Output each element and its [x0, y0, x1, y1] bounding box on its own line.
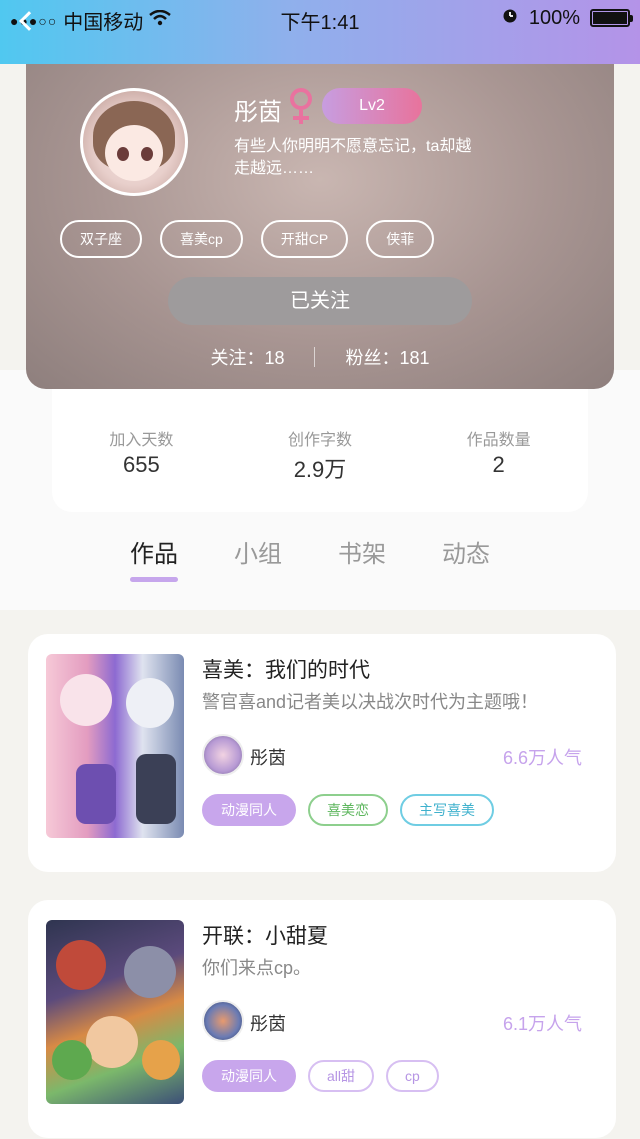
tab-label: 动态 — [442, 541, 490, 568]
author-name[interactable]: 彤茵 — [250, 1010, 286, 1036]
tab-activity[interactable]: 动态 — [442, 534, 490, 582]
avatar[interactable] — [80, 88, 188, 196]
work-cover-image[interactable] — [46, 920, 184, 1104]
work-tag[interactable]: all甜 — [308, 1060, 375, 1092]
follow-button[interactable]: 已关注 — [168, 277, 472, 325]
stat-value: 2.9万 — [293, 457, 347, 482]
tab-label: 小组 — [234, 541, 282, 568]
alarm-icon — [501, 6, 519, 30]
tab-groups[interactable]: 小组 — [234, 534, 282, 582]
tab-label: 书架 — [338, 541, 386, 568]
work-tags: 动漫同人 all甜 cp — [202, 1060, 439, 1092]
profile-tag[interactable]: 喜美cp — [160, 220, 243, 258]
stat-join-days: 加入天数 655 — [66, 426, 216, 512]
author-name[interactable]: 彤茵 — [250, 744, 286, 770]
stats-card: 加入天数 655 创作字数 2.9万 作品数量 2 — [52, 386, 588, 512]
tab-works[interactable]: 作品 — [130, 534, 178, 582]
female-icon — [288, 86, 316, 126]
work-card[interactable]: 喜美：我们的时代 警官喜and记者美以决战次时代为主题哦！ 彤茵 6.6万人气 … — [28, 634, 616, 872]
status-bar: ●●●○○ 中国移动 下午1:41 100% — [0, 0, 640, 36]
tab-underline — [130, 577, 178, 582]
tab-bookshelf[interactable]: 书架 — [338, 534, 386, 582]
profile-card: 彤茵 Lv2 有些人你明明不愿意忘记，ta却越走越远…… 双子座 喜美cp 开甜… — [26, 40, 614, 389]
stat-works-count: 作品数量 2 — [424, 426, 574, 512]
tab-label: 作品 — [130, 541, 178, 568]
work-cover-image[interactable] — [46, 654, 184, 838]
popularity-count: 6.1万人气 — [502, 1014, 582, 1034]
stat-label: 加入天数 — [109, 432, 174, 449]
tab-bar: 作品 小组 书架 动态 — [130, 534, 490, 582]
following-count[interactable]: 关注：18 — [180, 344, 314, 370]
work-tag[interactable]: 主写喜美 — [400, 794, 494, 826]
work-description: 警官喜and记者美以决战次时代为主题哦！ — [202, 692, 539, 712]
work-title[interactable]: 喜美：我们的时代 — [202, 654, 370, 684]
profile-tags: 双子座 喜美cp 开甜CP 侠菲 — [60, 220, 435, 258]
work-card[interactable]: 开联：小甜夏 你们来点cp。 彤茵 6.1万人气 动漫同人 all甜 cp — [28, 900, 616, 1138]
stat-label: 作品数量 — [466, 432, 531, 449]
work-title[interactable]: 开联：小甜夏 — [202, 920, 328, 950]
work-description: 你们来点cp。 — [202, 958, 312, 978]
level-badge: Lv2 — [322, 88, 422, 124]
profile-tag[interactable]: 双子座 — [60, 220, 142, 258]
fans-count[interactable]: 粉丝：181 — [315, 344, 459, 370]
stat-label: 创作字数 — [287, 432, 352, 449]
battery-percent: 100% — [528, 6, 580, 29]
profile-tag[interactable]: 侠菲 — [366, 220, 435, 258]
header-bar: ●●●○○ 中国移动 下午1:41 100% — [0, 0, 640, 64]
work-tag[interactable]: 喜美恋 — [308, 794, 388, 826]
user-name: 彤茵 — [234, 99, 282, 126]
profile-tag[interactable]: 开甜CP — [260, 220, 349, 258]
stat-word-count: 创作字数 2.9万 — [245, 426, 395, 512]
work-tag[interactable]: 动漫同人 — [202, 794, 296, 826]
stat-value: 655 — [122, 452, 160, 477]
work-tags: 动漫同人 喜美恋 主写喜美 — [202, 794, 494, 826]
stat-value: 2 — [492, 452, 505, 477]
author-avatar[interactable] — [202, 1000, 244, 1042]
popularity-count: 6.6万人气 — [502, 748, 582, 768]
user-bio: 有些人你明明不愿意忘记，ta却越走越远…… — [234, 138, 472, 177]
work-tag[interactable]: cp — [386, 1060, 439, 1092]
follow-counts: 关注：18 粉丝：181 — [26, 344, 614, 370]
author-avatar[interactable] — [202, 734, 244, 776]
battery-icon — [590, 9, 633, 27]
work-tag[interactable]: 动漫同人 — [202, 1060, 296, 1092]
